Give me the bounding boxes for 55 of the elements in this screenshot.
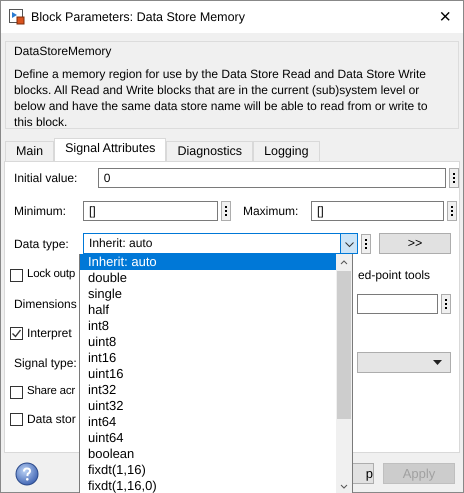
list-item[interactable]: boolean [80, 446, 336, 462]
list-item[interactable]: double [80, 270, 336, 286]
chevron-down-icon [345, 242, 354, 248]
input-field[interactable]: [] [311, 201, 444, 221]
tab[interactable]: Diagnostics [166, 141, 254, 161]
more-options-button[interactable] [221, 201, 231, 221]
list-item[interactable]: fixdt(1,16,0) [80, 478, 336, 493]
list-item[interactable]: int16 [80, 350, 336, 366]
checkbox-label: Share acr [27, 384, 76, 400]
checkbox-label: Interpret [27, 325, 72, 342]
checkbox-label: Data stor [27, 411, 76, 428]
dropdown-field[interactable]: Inherit: auto [83, 233, 358, 254]
input-field[interactable] [357, 294, 438, 314]
list-item[interactable]: int32 [80, 382, 336, 398]
checkbox[interactable] [10, 412, 23, 426]
more-options-button[interactable] [441, 294, 451, 314]
list-item[interactable]: uint64 [80, 430, 336, 446]
checkbox-label: Lock outp [27, 267, 76, 282]
checkbox[interactable] [10, 268, 23, 282]
field-label: Data type: [14, 236, 70, 252]
list-item[interactable]: half [80, 302, 336, 318]
field-label: Dimensions [14, 296, 77, 313]
block-icon [9, 9, 25, 25]
list-item[interactable]: uint8 [80, 334, 336, 350]
list-item[interactable]: uint32 [80, 398, 336, 414]
list-item[interactable]: Inherit: auto [80, 254, 336, 270]
tab[interactable]: Main [5, 141, 54, 161]
block-description: Define a memory region for use by the Data Store Read and Data Store Write blocks. All Read and Write blocks that are in the current (sub)system level or below and have the same data store name will be able to read from or write to this block. [14, 66, 429, 130]
block-name: DataStoreMemory [14, 43, 112, 60]
assistant-button[interactable]: >> [379, 233, 451, 254]
checkbox-label: ed-point tools [358, 267, 430, 284]
list-item[interactable]: uint16 [80, 366, 336, 382]
more-options-button[interactable] [361, 234, 371, 254]
field-label: Signal type: [14, 354, 77, 372]
input-field[interactable]: [] [83, 201, 218, 221]
caret-down-icon [433, 360, 442, 365]
list-item[interactable]: fixdt(1,16) [80, 462, 336, 478]
tab[interactable]: Signal Attributes [54, 138, 166, 161]
dropdown-field[interactable] [357, 352, 451, 373]
window-title: Block Parameters: Data Store Memory [31, 8, 246, 26]
close-button[interactable]: × [435, 7, 455, 27]
field-label: Initial value: [14, 170, 78, 187]
field-label: Maximum: [243, 203, 300, 220]
list-item[interactable]: single [80, 286, 336, 302]
help-icon[interactable] [15, 462, 39, 486]
more-options-button[interactable] [447, 201, 457, 221]
checkbox[interactable] [10, 386, 23, 398]
tab[interactable]: Logging [253, 141, 320, 161]
field-label: Minimum: [14, 203, 68, 220]
input-field[interactable]: 0 [98, 168, 446, 188]
list-item[interactable]: int8 [80, 318, 336, 334]
list-item[interactable]: int64 [80, 414, 336, 430]
scrollbar[interactable] [336, 254, 352, 493]
more-options-button[interactable] [449, 168, 459, 188]
checkbox[interactable] [10, 326, 23, 340]
